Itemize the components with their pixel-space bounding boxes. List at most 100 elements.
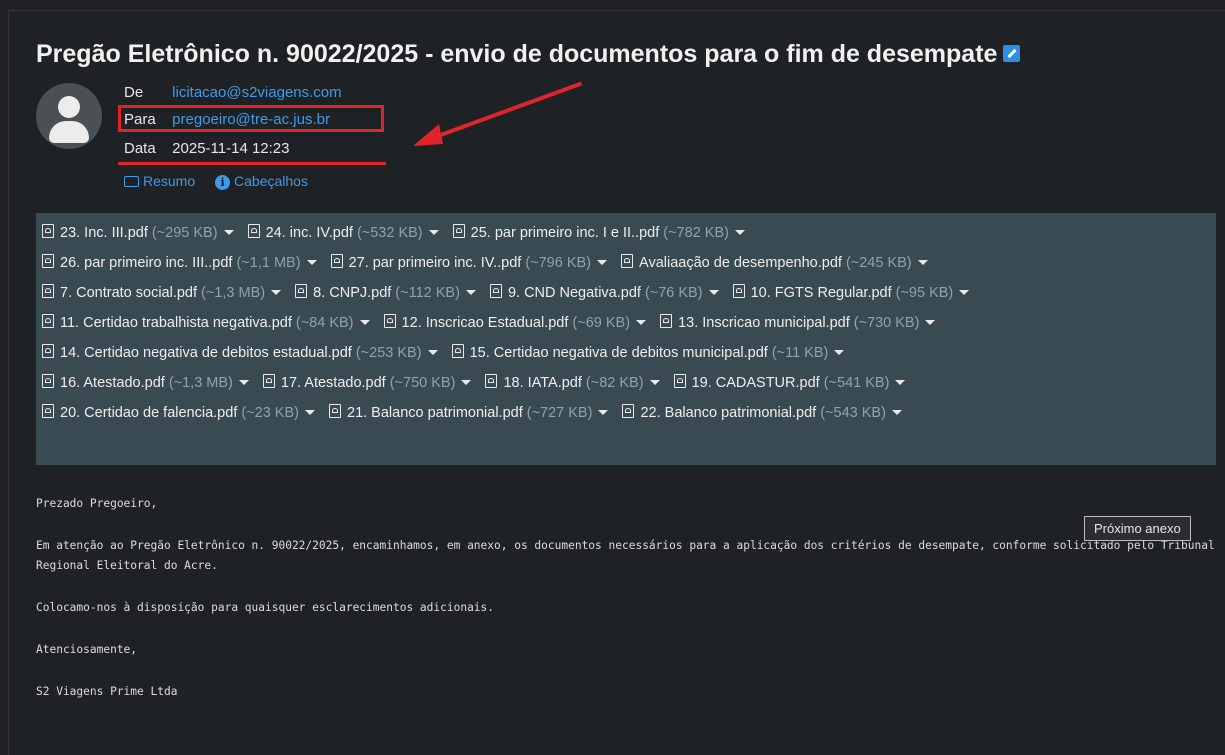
attachment-item[interactable]: 8. CNPJ.pdf (~112 KB) — [295, 278, 476, 308]
attachment-name[interactable]: 7. Contrato social.pdf — [60, 285, 197, 301]
attachment-item[interactable]: 20. Certidao de falencia.pdf (~23 KB) — [42, 398, 315, 428]
info-icon: i — [215, 174, 231, 190]
attachment-item[interactable]: 11. Certidao trabalhista negativa.pdf (~8… — [42, 308, 370, 338]
attachment-item[interactable]: 22. Balanco patrimonial.pdf (~543 KB) — [622, 398, 902, 428]
attachment-item[interactable]: 27. par primeiro inc. IV..pdf (~796 KB) — [330, 248, 608, 278]
attachment-size: (~76 KB) — [644, 285, 703, 301]
attachment-name[interactable]: 13. Inscricao municipal.pdf — [678, 315, 850, 331]
chevron-down-icon[interactable] — [925, 319, 936, 325]
attachment-name[interactable]: 12. Inscricao Estadual.pdf — [402, 315, 569, 331]
summary-link[interactable]: Resumo — [143, 173, 195, 189]
attachment-item[interactable]: 9. CND Negativa.pdf (~76 KB) — [489, 278, 719, 308]
chevron-down-icon[interactable] — [649, 379, 660, 385]
message-body: Prezado Pregoeiro, Em atenção ao Pregão … — [36, 494, 1216, 724]
attachment-row: 26. par primeiro inc. III..pdf (~1,1 MB) … — [42, 248, 1210, 278]
chevron-down-icon[interactable] — [465, 289, 476, 295]
attachment-item[interactable]: 19. CADASTUR.pdf (~541 KB) — [673, 368, 906, 398]
attachment-name[interactable]: Avaliaação de desempenho.pdf — [639, 255, 842, 271]
attachment-name[interactable]: 15. Certidao negativa de debitos municip… — [470, 345, 768, 361]
attachment-item[interactable]: Avaliaação de desempenho.pdf (~245 KB) — [621, 248, 928, 278]
next-attachment-tooltip: Próximo anexo — [1084, 516, 1191, 541]
chevron-down-icon[interactable] — [597, 259, 608, 265]
chevron-down-icon[interactable] — [917, 259, 928, 265]
envelope-icon — [124, 175, 139, 187]
attachment-name[interactable]: 9. CND Negativa.pdf — [508, 285, 641, 301]
attachment-item[interactable]: 18. IATA.pdf (~82 KB) — [485, 368, 660, 398]
attachment-name[interactable]: 8. CNPJ.pdf — [313, 285, 391, 301]
attachment-name[interactable]: 24. inc. IV.pdf — [266, 225, 353, 241]
attachment-item[interactable]: 16. Atestado.pdf (~1,3 MB) — [42, 368, 249, 398]
attachment-name[interactable]: 22. Balanco patrimonial.pdf — [640, 405, 816, 421]
pdf-file-icon — [42, 374, 54, 389]
pdf-file-icon — [42, 314, 54, 329]
chevron-down-icon[interactable] — [427, 349, 438, 355]
chevron-down-icon[interactable] — [734, 229, 745, 235]
attachment-item[interactable]: 21. Balanco patrimonial.pdf (~727 KB) — [329, 398, 609, 428]
chevron-down-icon[interactable] — [306, 259, 317, 265]
attachment-item[interactable]: 12. Inscricao Estadual.pdf (~69 KB) — [383, 308, 647, 338]
attachment-row: 11. Certidao trabalhista negativa.pdf (~8… — [42, 308, 1210, 338]
attachment-name[interactable]: 14. Certidao negativa de debitos estadua… — [60, 345, 352, 361]
chevron-down-icon[interactable] — [223, 229, 234, 235]
pdf-file-icon — [42, 254, 54, 269]
date-label: Data — [124, 140, 156, 157]
attachment-size: (~1,1 MB) — [236, 255, 301, 271]
chevron-down-icon[interactable] — [304, 409, 315, 415]
attachment-item[interactable]: 17. Atestado.pdf (~750 KB) — [262, 368, 472, 398]
body-closing: Atenciosamente, — [36, 643, 138, 656]
attachment-name[interactable]: 21. Balanco patrimonial.pdf — [347, 405, 523, 421]
pdf-file-icon — [732, 284, 745, 299]
attachment-name[interactable]: 19. CADASTUR.pdf — [692, 375, 820, 391]
chevron-down-icon[interactable] — [428, 229, 439, 235]
attachment-item[interactable]: 13. Inscricao municipal.pdf (~730 KB) — [660, 308, 936, 338]
attachment-item[interactable]: 10. FGTS Regular.pdf (~95 KB) — [732, 278, 970, 308]
pdf-file-icon — [42, 284, 54, 299]
chevron-down-icon[interactable] — [636, 319, 647, 325]
annotation-arrow-icon — [413, 82, 582, 146]
attachment-item[interactable]: 15. Certidao negativa de debitos municip… — [451, 338, 845, 368]
pdf-file-icon — [383, 314, 396, 329]
attachment-size: (~69 KB) — [572, 315, 631, 331]
subject-text: Pregão Eletrônico n. 90022/2025 - envio … — [36, 40, 998, 68]
attachment-item[interactable]: 24. inc. IV.pdf (~532 KB) — [247, 218, 439, 248]
attachment-size: (~245 KB) — [845, 255, 912, 271]
attachment-item[interactable]: 26. par primeiro inc. III..pdf (~1,1 MB) — [42, 248, 317, 278]
chevron-down-icon[interactable] — [708, 289, 719, 295]
body-greeting: Prezado Pregoeiro, — [36, 497, 158, 510]
attachment-name[interactable]: 25. par primeiro inc. I e II..pdf — [471, 225, 660, 241]
chevron-down-icon[interactable] — [834, 349, 845, 355]
attachment-row: 16. Atestado.pdf (~1,3 MB) 17. Atestado.p… — [42, 368, 1210, 398]
chevron-down-icon[interactable] — [891, 409, 902, 415]
chevron-down-icon[interactable] — [598, 409, 609, 415]
chevron-down-icon[interactable] — [461, 379, 472, 385]
attachment-item[interactable]: 23. Inc. III.pdf (~295 KB) — [42, 218, 234, 248]
attachment-size: (~727 KB) — [526, 405, 593, 421]
attachment-name[interactable]: 26. par primeiro inc. III..pdf — [60, 255, 232, 271]
attachment-name[interactable]: 23. Inc. III.pdf — [60, 225, 148, 241]
attachment-size: (~796 KB) — [525, 255, 592, 271]
chevron-down-icon[interactable] — [359, 319, 370, 325]
attachment-name[interactable]: 10. FGTS Regular.pdf — [751, 285, 892, 301]
attachment-item[interactable]: 7. Contrato social.pdf (~1,3 MB) — [42, 278, 282, 308]
from-label: De — [124, 84, 144, 101]
attachment-name[interactable]: 16. Atestado.pdf — [60, 375, 165, 391]
attachment-size: (~541 KB) — [823, 375, 890, 391]
attachment-item[interactable]: 25. par primeiro inc. I e II..pdf (~782 K… — [452, 218, 745, 248]
attachment-name[interactable]: 18. IATA.pdf — [503, 375, 581, 391]
pdf-file-icon — [673, 374, 686, 389]
from-address-link[interactable]: licitacao@s2viagens.com — [172, 84, 341, 101]
headers-link[interactable]: Cabeçalhos — [234, 173, 308, 189]
attachment-name[interactable]: 27. par primeiro inc. IV..pdf — [349, 255, 522, 271]
chevron-down-icon[interactable] — [271, 289, 282, 295]
pdf-file-icon — [622, 404, 635, 419]
avatar — [36, 83, 102, 149]
attachment-item[interactable]: 14. Certidao negativa de debitos estadua… — [42, 338, 438, 368]
chevron-down-icon[interactable] — [895, 379, 906, 385]
chevron-down-icon[interactable] — [238, 379, 249, 385]
pdf-file-icon — [42, 344, 54, 359]
chevron-down-icon[interactable] — [959, 289, 970, 295]
edit-icon[interactable] — [1003, 44, 1021, 62]
attachment-name[interactable]: 11. Certidao trabalhista negativa.pdf — [60, 315, 292, 331]
attachment-name[interactable]: 17. Atestado.pdf — [281, 375, 386, 391]
attachment-name[interactable]: 20. Certidao de falencia.pdf — [60, 405, 237, 421]
